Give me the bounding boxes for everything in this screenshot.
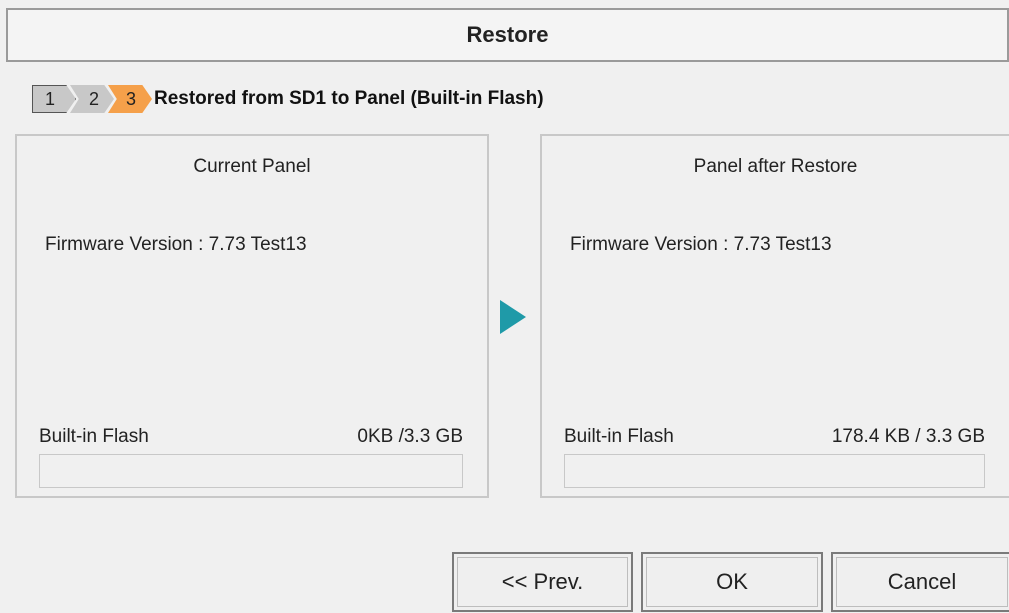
cancel-button[interactable]: Cancel [831,552,1009,612]
step-2: 2 [70,85,114,113]
prev-button[interactable]: << Prev. [452,552,633,612]
current-firmware-row: Firmware Version : 7.73 Test13 [45,234,307,256]
after-restore-panel-box: Panel after Restore Firmware Version : 7… [540,134,1009,498]
firmware-value: 7.73 Test13 [208,234,307,255]
after-panel-title: Panel after Restore [693,156,858,177]
firmware-label: Firmware Version : [570,234,729,255]
firmware-value: 7.73 Test13 [733,234,832,255]
storage-usage-bar [39,454,463,488]
ok-button[interactable]: OK [641,552,823,612]
dialog-title: Restore [466,22,549,47]
storage-value: 178.4 KB / 3.3 GB [831,426,985,447]
firmware-label: Firmware Version : [45,234,204,255]
step-3-current: 3 [108,85,152,113]
storage-label: Built-in Flash [39,426,149,447]
after-firmware-row: Firmware Version : 7.73 Test13 [570,234,832,256]
current-panel-box: Current Panel Firmware Version : 7.73 Te… [15,134,489,498]
dialog-title-bar: Restore [6,8,1009,62]
current-panel-title: Current Panel [193,156,311,177]
storage-value: 0KB /3.3 GB [357,426,463,447]
storage-label: Built-in Flash [564,426,674,447]
step-description: Restored from SD1 to Panel (Built-in Fla… [154,88,544,109]
storage-usage-bar [564,454,985,488]
step-1: 1 [32,85,76,113]
play-arrow-icon [500,300,526,334]
step-indicator: 1 2 3 Restored from SD1 to Panel (Built-… [32,84,544,114]
